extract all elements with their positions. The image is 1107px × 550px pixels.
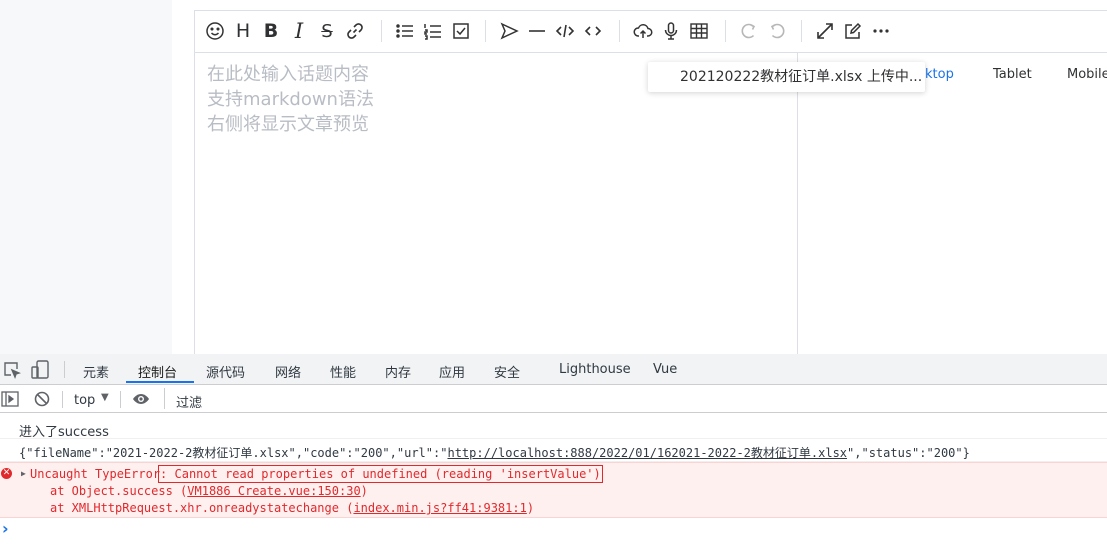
log-json-suffix: ","status":"200"}	[847, 446, 970, 460]
chevron-down-icon: ▼	[101, 392, 109, 403]
devtools-tab-vue[interactable]: Vue	[653, 362, 677, 377]
upload-icon[interactable]	[631, 19, 655, 43]
stack-frame-text: at XMLHttpRequest.xhr.onreadystatechange…	[50, 501, 354, 515]
devtools-tab-application[interactable]: 应用	[439, 362, 465, 381]
devtools-tab-lighthouse[interactable]: Lighthouse	[559, 362, 631, 377]
link-icon[interactable]	[343, 19, 367, 43]
preview-tab-desktop[interactable]: ktop	[925, 67, 954, 82]
devtools-tab-network[interactable]: 网络	[275, 362, 301, 381]
stack-frame: at Object.success (VM1886 Create.vue:150…	[50, 484, 368, 498]
devtools-tab-console[interactable]: 控制台	[138, 362, 177, 381]
console-filter-input[interactable]: 过滤	[164, 388, 1107, 411]
table-icon[interactable]	[687, 19, 711, 43]
prompt-chevron-icon: ›	[2, 519, 9, 538]
context-selector[interactable]: top	[74, 393, 95, 408]
devtools-tab-performance[interactable]: 性能	[330, 362, 356, 381]
record-icon[interactable]	[659, 19, 683, 43]
clear-console-icon[interactable]	[34, 391, 50, 407]
live-expression-eye-icon[interactable]	[131, 391, 151, 407]
expand-triangle-icon[interactable]: ▶	[21, 469, 26, 478]
bold-icon[interactable]: B	[259, 19, 283, 43]
error-type: Uncaught TypeError	[30, 467, 161, 481]
preview-tab-tablet[interactable]: Tablet	[993, 67, 1032, 82]
stack-frame-text: at Object.success (	[50, 484, 188, 498]
error-message: Uncaught TypeError: Cannot read properti…	[30, 465, 603, 483]
undo-icon[interactable]	[737, 19, 761, 43]
more-icon[interactable]	[869, 19, 893, 43]
stack-frame-link[interactable]: index.min.js?ff41:9381:1	[353, 501, 526, 515]
preview-tab-mobile[interactable]: Mobile	[1067, 67, 1107, 82]
filter-placeholder: 过滤	[176, 396, 203, 411]
devtools-tab-memory[interactable]: 内存	[385, 362, 411, 381]
italic-icon[interactable]: I	[287, 19, 311, 43]
sidebar-toggle-icon[interactable]	[1, 391, 19, 407]
placeholder-line: 支持markdown语法	[207, 89, 374, 110]
redo-icon[interactable]	[765, 19, 789, 43]
log-text: 进入了success	[19, 425, 109, 440]
console-prompt-row[interactable]: ›	[0, 518, 1107, 550]
ordered-list-icon[interactable]	[421, 19, 445, 43]
log-url-link[interactable]: http://localhost:888/2022/01/162021-2022…	[447, 446, 847, 460]
devtools-tab-security[interactable]: 安全	[494, 362, 520, 381]
unordered-list-icon[interactable]	[393, 19, 417, 43]
strikethrough-icon[interactable]: S	[315, 19, 339, 43]
editor-text-area[interactable]: 在此处输入话题内容 支持markdown语法 右侧将显示文章预览	[195, 53, 798, 354]
devtools-tab-sources[interactable]: 源代码	[206, 362, 245, 381]
devtools-tab-elements[interactable]: 元素	[83, 362, 109, 381]
stack-frame-link[interactable]: VM1886 Create.vue:150:30	[187, 484, 360, 498]
error-icon: ✕	[1, 468, 12, 479]
editor-toolbar: H B I S	[195, 11, 1107, 53]
console-toolbar: top ▼ 过滤	[0, 385, 1107, 413]
horizontal-rule-icon[interactable]	[525, 19, 549, 43]
quote-icon[interactable]	[497, 19, 521, 43]
stack-frame: at XMLHttpRequest.xhr.onreadystatechange…	[50, 501, 534, 515]
edit-mode-icon[interactable]	[841, 19, 865, 43]
checklist-icon[interactable]	[449, 19, 473, 43]
console-log-row: 进入了success	[0, 413, 1107, 440]
emoji-icon[interactable]	[203, 19, 227, 43]
page-left-background	[0, 0, 172, 354]
stack-frame-text: )	[526, 501, 535, 515]
console-error-row: ✕ ▶ Uncaught TypeError: Cannot read prop…	[0, 462, 1107, 518]
console-log-row: {"fileName":"2021-2022-2教材征订单.xlsx","cod…	[0, 439, 1107, 462]
code-icon[interactable]	[553, 19, 577, 43]
fullscreen-icon[interactable]	[813, 19, 837, 43]
placeholder-line: 右侧将显示文章预览	[207, 114, 369, 135]
log-json: {"fileName":"2021-2022-2教材征订单.xlsx","cod…	[19, 444, 970, 461]
inspect-element-icon[interactable]	[3, 361, 21, 379]
upload-progress-tooltip: 202120222教材征订单.xlsx 上传中...	[648, 62, 925, 92]
inline-code-icon[interactable]	[581, 19, 605, 43]
stack-frame-text: )	[360, 484, 368, 498]
error-detail-highlight: : Cannot read properties of undefined (r…	[158, 465, 603, 483]
device-toolbar-icon[interactable]	[31, 360, 49, 380]
heading-icon[interactable]: H	[231, 19, 255, 43]
log-json-prefix: {"fileName":"2021-2022-2教材征订单.xlsx","cod…	[19, 446, 448, 460]
active-tab-indicator	[126, 381, 194, 383]
placeholder-line: 在此处输入话题内容	[207, 64, 369, 85]
